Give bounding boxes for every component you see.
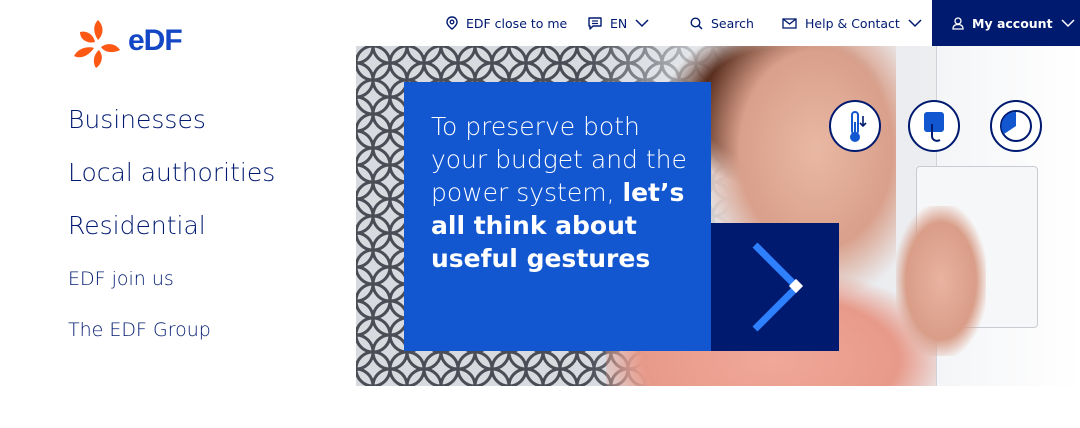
- chevron-down-icon: [908, 18, 922, 27]
- thermometer-icon: [829, 100, 881, 152]
- hero-banner[interactable]: To preserve both your budget and the pow…: [356, 46, 1078, 386]
- nav-item-residential[interactable]: Residential: [68, 211, 206, 240]
- hero-headline-box: To preserve both your budget and the pow…: [404, 82, 711, 351]
- timer-icon: [990, 100, 1042, 152]
- logo-wordmark: eDF: [128, 24, 183, 57]
- chevron-down-icon: [635, 18, 649, 27]
- location-pin-icon: [446, 16, 458, 30]
- edf-close-to-me-link[interactable]: EDF close to me: [446, 0, 567, 46]
- hero-headline: To preserve both your budget and the pow…: [431, 110, 691, 275]
- edf-logo[interactable]: eDF: [68, 16, 198, 72]
- help-contact-label: Help & Contact: [805, 15, 900, 31]
- my-account-label: My account: [972, 15, 1053, 31]
- nav-item-businesses[interactable]: Businesses: [68, 105, 206, 134]
- language-selector[interactable]: EN: [588, 0, 649, 46]
- utility-bar: EDF close to me EN Search Help & Contact: [356, 0, 1080, 46]
- speech-bubble-icon: [588, 16, 602, 30]
- user-icon: [952, 16, 964, 30]
- search-icon: [690, 16, 703, 30]
- button-press-icon: [908, 100, 960, 152]
- hero-photo-hand: [896, 206, 986, 356]
- edf-flower-icon: [74, 20, 120, 68]
- my-account-button[interactable]: My account: [932, 0, 1080, 46]
- search-button[interactable]: Search: [690, 0, 754, 46]
- nav-item-local-authorities[interactable]: Local authorities: [68, 158, 275, 187]
- hero-arrow-button[interactable]: [711, 223, 839, 351]
- envelope-icon: [782, 17, 797, 29]
- help-contact-menu[interactable]: Help & Contact: [782, 0, 922, 46]
- chevron-right-icon: [752, 242, 804, 332]
- nav-item-edf-group[interactable]: The EDF Group: [68, 319, 211, 341]
- search-label: Search: [711, 15, 754, 31]
- chevron-down-icon: [1061, 18, 1075, 27]
- language-label: EN: [610, 15, 628, 31]
- edf-close-to-me-label: EDF close to me: [466, 15, 568, 31]
- nav-item-edf-join-us[interactable]: EDF join us: [68, 268, 174, 290]
